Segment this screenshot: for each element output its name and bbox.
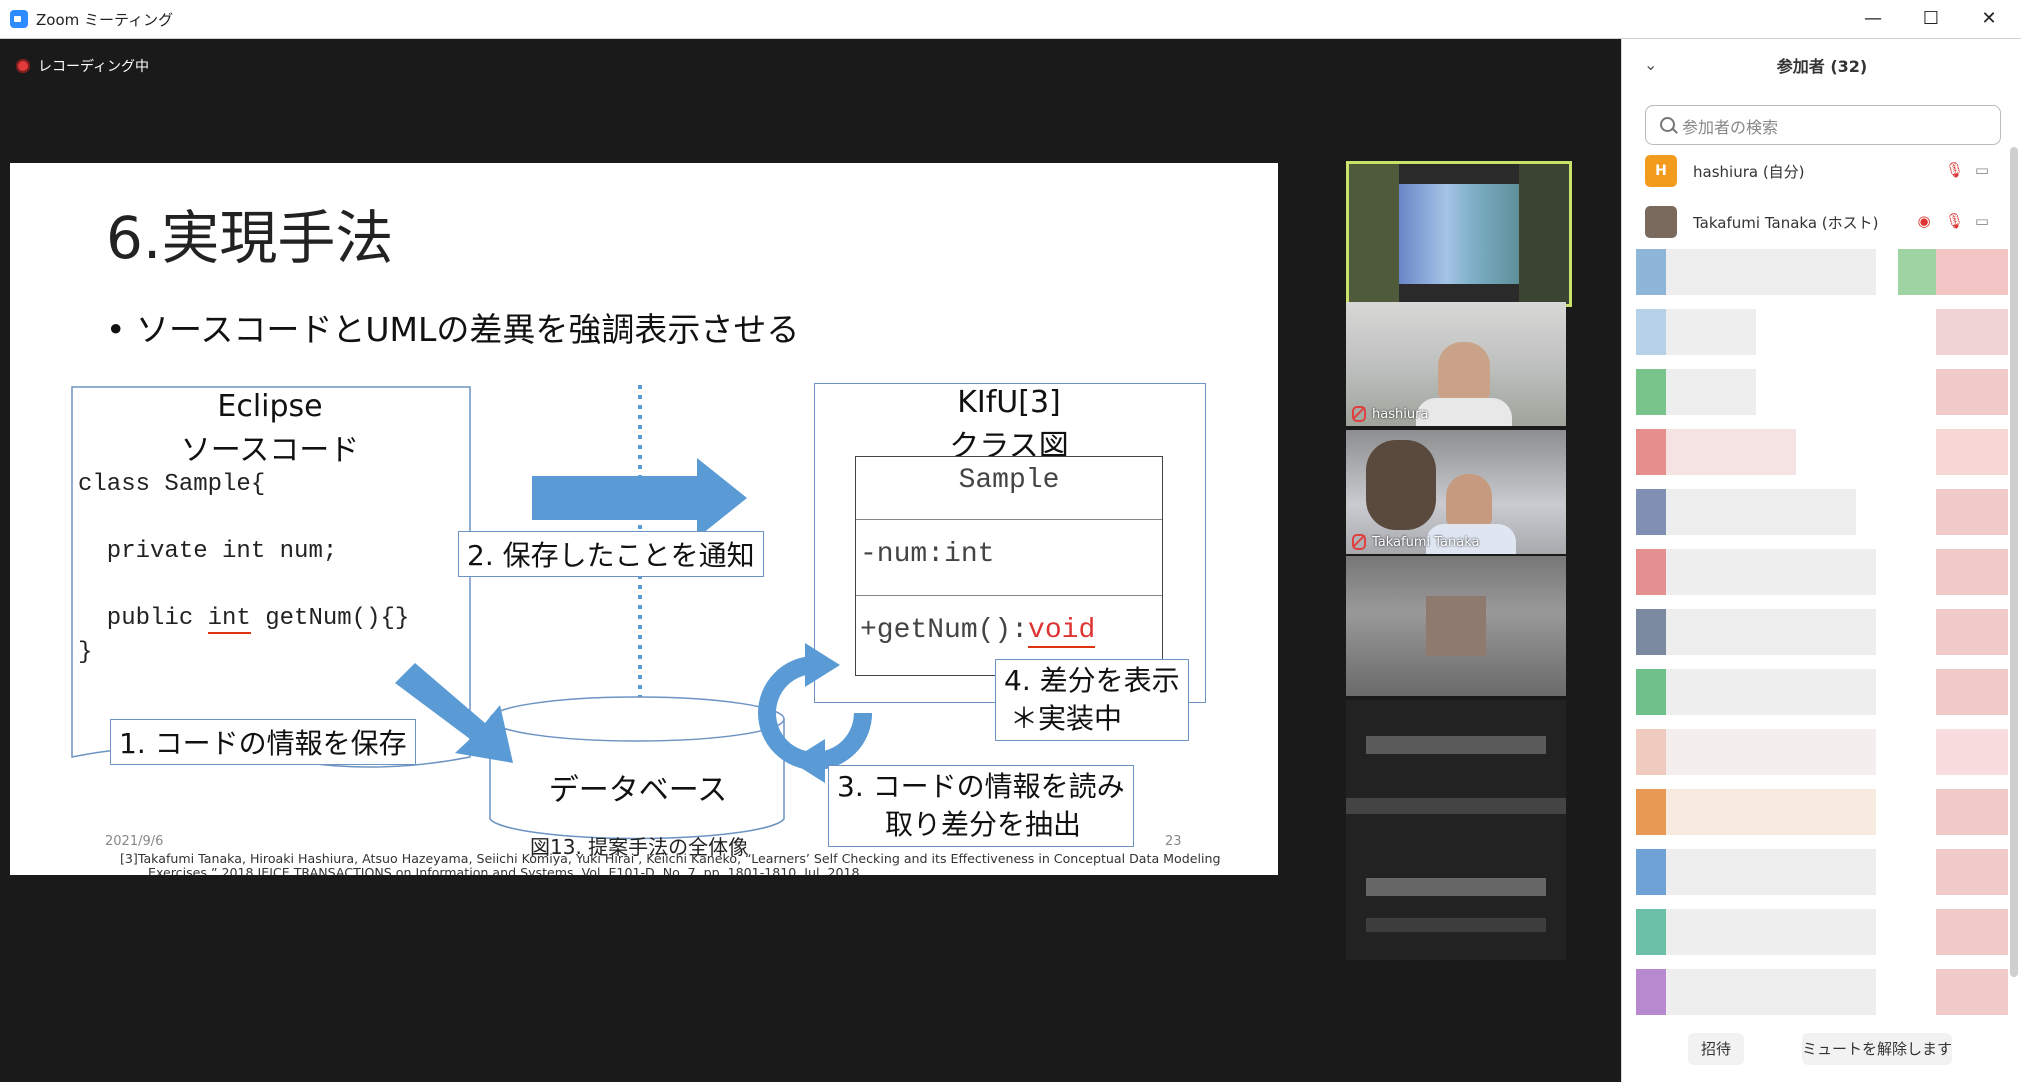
participant-row-blurred[interactable] [1636, 849, 2008, 895]
zoom-app-icon [10, 10, 28, 28]
participant-row-blurred[interactable] [1636, 249, 2008, 295]
search-placeholder: 参加者の検索 [1682, 118, 1779, 137]
participant-row-blurred[interactable] [1636, 369, 2008, 415]
mic-muted-icon[interactable]: 🎙 [1945, 212, 1964, 230]
participant-row-blurred[interactable] [1636, 549, 2008, 595]
invite-button[interactable]: 招待 [1688, 1033, 1744, 1065]
mic-muted-icon [1352, 406, 1366, 422]
step2-label: 2. 保存したことを通知 [458, 531, 764, 577]
slide-bullet: • ソースコードとUMLの差異を強調表示させる [106, 310, 800, 349]
mic-muted-icon[interactable]: 🎙 [1945, 161, 1964, 179]
recording-status-icon: ◉ [1917, 212, 1931, 230]
class-attribute: -num:int [860, 539, 995, 570]
participant-row-blurred[interactable] [1636, 669, 2008, 715]
class-method: +getNum():void [860, 615, 1096, 648]
participant-name: Takafumi Tanaka (ホスト) [1693, 214, 1879, 232]
slide-date: 2021/9/6 [105, 834, 164, 849]
database-label: データベース [548, 773, 728, 808]
participant-search-input[interactable]: 参加者の検索 [1645, 105, 2001, 145]
slide-page-number: 23 [1165, 834, 1182, 849]
participant-name: hashiura (自分) [1693, 163, 1805, 181]
reference-line-2: Exercises,” 2018 IEICE TRANSACTIONS on I… [148, 865, 864, 875]
participant-row-blurred[interactable] [1636, 789, 2008, 835]
video-name-takafumi: Takafumi Tanaka [1352, 534, 1479, 550]
reference-line-1: [3]Takafumi Tanaka, Hiroaki Hashiura, At… [120, 851, 1221, 866]
maximize-button[interactable]: ☐ [1906, 0, 1956, 38]
participants-scrollbar[interactable] [2010, 147, 2018, 977]
video-tile-takafumi[interactable]: Takafumi Tanaka [1346, 430, 1566, 554]
video-tile-hashiura[interactable]: hashiura [1346, 302, 1566, 426]
recording-dot-icon [16, 59, 30, 73]
avatar: H [1645, 155, 1677, 187]
class-method-type: void [1028, 615, 1096, 648]
class-name: Sample [958, 465, 1060, 496]
window-title: Zoom ミーティング [36, 11, 174, 29]
code-highlight: int [207, 605, 251, 634]
participant-face [1446, 474, 1492, 528]
blurred-video-feed [1399, 184, 1519, 284]
shared-screen-slide: 6.実現手法 • ソースコードとUMLの差異を強調表示させる Eclipse ソ… [10, 163, 1278, 875]
slide-title: 6.実現手法 [106, 204, 394, 272]
video-camera-icon[interactable]: ▭ [1973, 212, 1991, 230]
minimize-button[interactable]: — [1848, 0, 1898, 38]
code-line-1: class Sample{ [78, 471, 266, 498]
participant-face [1438, 342, 1490, 402]
participants-panel: ⌄ 参加者 (32) 参加者の検索 H hashiura (自分) 🎙 ▭ Ta… [1621, 39, 2021, 1082]
refresh-cycle-icon [758, 643, 872, 783]
code-line-3: private int num; [78, 538, 338, 565]
eclipse-subtitle: ソースコード [180, 433, 360, 468]
close-button[interactable]: ✕ [1964, 0, 2014, 38]
eclipse-title: Eclipse [217, 389, 323, 424]
video-name-hashiura: hashiura [1352, 406, 1428, 422]
video-tile-1[interactable] [1346, 161, 1572, 307]
participant-row-takafumi[interactable]: Takafumi Tanaka (ホスト) ◉ 🎙 ▭ [1645, 204, 1995, 240]
video-tiles-blurred-group [1346, 700, 1566, 960]
title-bar: Zoom ミーティング — ☐ ✕ [0, 0, 2021, 39]
participant-row-blurred[interactable] [1636, 729, 2008, 775]
video-tile-blurred[interactable] [1346, 556, 1566, 696]
participant-row-blurred[interactable] [1636, 429, 2008, 475]
avatar [1645, 206, 1677, 238]
code-line-5: public int getNum(){} [78, 605, 410, 634]
code-line-6: } [78, 639, 93, 666]
participant-row-blurred[interactable] [1636, 309, 2008, 355]
unmute-button[interactable]: ミュートを解除します [1802, 1033, 1952, 1065]
mic-muted-icon [1352, 534, 1366, 550]
class-diagram: Sample -num:int +getNum():void [855, 456, 1163, 676]
notify-arrow-icon [532, 458, 747, 538]
participants-header: 参加者 (32) [1776, 57, 1868, 76]
participant-row-blurred[interactable] [1636, 609, 2008, 655]
step4-label: 4. 差分を表示 ＊実装中 [995, 659, 1189, 741]
recording-indicator[interactable]: レコーディング中 [16, 55, 149, 77]
kifu-title: KIfU[3] [957, 385, 1061, 420]
participant-row-hashiura[interactable]: H hashiura (自分) 🎙 ▭ [1645, 153, 1995, 189]
participant-row-blurred[interactable] [1636, 489, 2008, 535]
participant-row-blurred[interactable] [1636, 909, 2008, 955]
recording-label: レコーディング中 [38, 59, 150, 75]
search-icon [1660, 117, 1675, 132]
step3-label: 3. コードの情報を読み 取り差分を抽出 [828, 765, 1134, 847]
video-camera-icon[interactable]: ▭ [1973, 161, 1991, 179]
participant-row-blurred[interactable] [1636, 969, 2008, 1015]
step1-label: 1. コードの情報を保存 [110, 719, 416, 765]
